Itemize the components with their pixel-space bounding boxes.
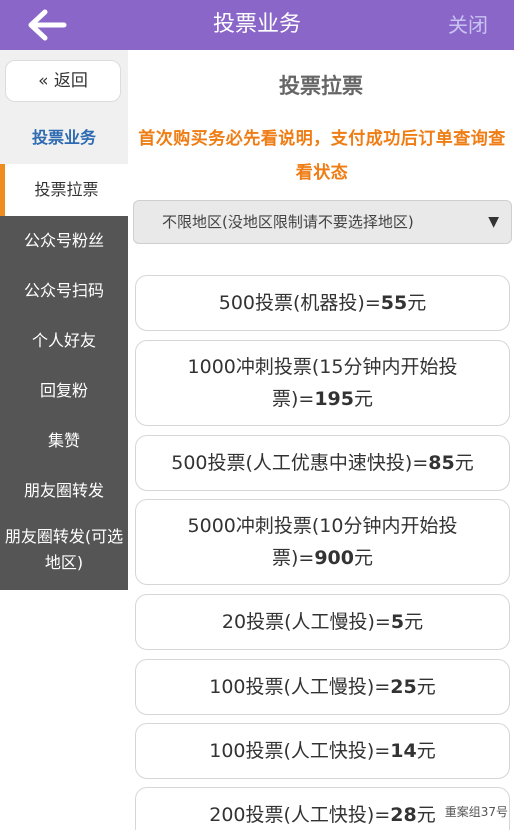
sidebar-item-reply-fans[interactable]: 回复粉 xyxy=(0,366,128,416)
sidebar-back-button[interactable]: « 返回 xyxy=(5,60,121,102)
package-unit: 元 xyxy=(416,740,436,762)
package-label: 1000冲刺投票(15分钟内开始投 xyxy=(187,356,458,378)
package-unit: 元 xyxy=(416,676,436,698)
package-label: 500投票(人工优惠中速快投)= xyxy=(171,452,429,474)
package-unit: 元 xyxy=(353,547,373,569)
sidebar-item-list: 投票拉票 公众号粉丝 公众号扫码 个人好友 回复粉 集赞 朋友圈转发 朋友圈转发… xyxy=(0,164,128,590)
package-option[interactable]: 100投票(人工快投)=14元 xyxy=(135,723,510,779)
sidebar-item-official-scan[interactable]: 公众号扫码 xyxy=(0,266,128,316)
top-bar: 投票业务 关闭 xyxy=(0,0,514,50)
sidebar-category-title[interactable]: 投票业务 xyxy=(0,112,128,164)
package-label: 500投票(机器投)= xyxy=(218,292,381,314)
package-price: 5 xyxy=(390,611,405,633)
region-select[interactable]: 不限地区(没地区限制请不要选择地区) ▼ xyxy=(133,200,512,244)
sidebar-item-moments-share[interactable]: 朋友圈转发 xyxy=(0,466,128,516)
dropdown-arrow-icon: ▼ xyxy=(488,214,499,230)
package-option[interactable]: 5000冲刺投票(10分钟内开始投 票)=900元 xyxy=(135,499,510,585)
sidebar-back-area: « 返回 xyxy=(0,50,128,112)
sidebar-item-personal-friends[interactable]: 个人好友 xyxy=(0,316,128,366)
package-label: 100投票(人工快投)= xyxy=(209,740,391,762)
package-price: 85 xyxy=(428,452,455,474)
package-label-cont: 票)= xyxy=(271,388,315,410)
watermark: 重案组37号 xyxy=(444,805,508,819)
package-label: 200投票(人工快投)= xyxy=(209,804,391,826)
close-button[interactable]: 关闭 xyxy=(448,0,488,50)
package-price: 900 xyxy=(314,547,354,569)
package-unit: 元 xyxy=(416,804,436,826)
package-unit: 元 xyxy=(353,388,373,410)
purchase-notice: 首次购买务必先看说明，支付成功后订单查询查看状态 xyxy=(138,129,506,183)
package-price: 25 xyxy=(390,676,417,698)
sidebar-item-likes[interactable]: 集赞 xyxy=(0,416,128,466)
sidebar-item-moments-share-region[interactable]: 朋友圈转发(可选地区) xyxy=(0,518,128,582)
package-option[interactable]: 1000冲刺投票(15分钟内开始投 票)=195元 xyxy=(135,340,510,426)
package-price: 55 xyxy=(380,292,408,314)
package-label-cont: 票)= xyxy=(271,547,315,569)
package-option[interactable]: 20投票(人工慢投)=5元 xyxy=(135,594,510,650)
package-label: 5000冲刺投票(10分钟内开始投 xyxy=(187,515,458,537)
package-price: 28 xyxy=(390,804,417,826)
sidebar-item-vote[interactable]: 投票拉票 xyxy=(0,164,128,216)
package-label: 20投票(人工慢投)= xyxy=(221,611,391,633)
sidebar: « 返回 投票业务 投票拉票 公众号粉丝 公众号扫码 个人好友 回复粉 集赞 朋… xyxy=(0,50,128,590)
package-label: 100投票(人工慢投)= xyxy=(209,676,391,698)
sidebar-item-official-fans[interactable]: 公众号粉丝 xyxy=(0,216,128,266)
package-option[interactable]: 500投票(人工优惠中速快投)=85元 xyxy=(135,435,510,491)
region-select-value: 不限地区(没地区限制请不要选择地区) xyxy=(162,213,414,231)
package-option[interactable]: 100投票(人工慢投)=25元 xyxy=(135,659,510,715)
package-unit: 元 xyxy=(454,452,474,474)
package-price: 195 xyxy=(314,388,354,410)
package-price: 14 xyxy=(390,740,417,762)
page-title: 投票业务 xyxy=(212,12,301,37)
package-option[interactable]: 500投票(机器投)=55元 xyxy=(135,275,510,331)
package-unit: 元 xyxy=(407,292,427,314)
package-unit: 元 xyxy=(404,611,424,633)
section-title: 投票拉票 xyxy=(279,74,363,98)
